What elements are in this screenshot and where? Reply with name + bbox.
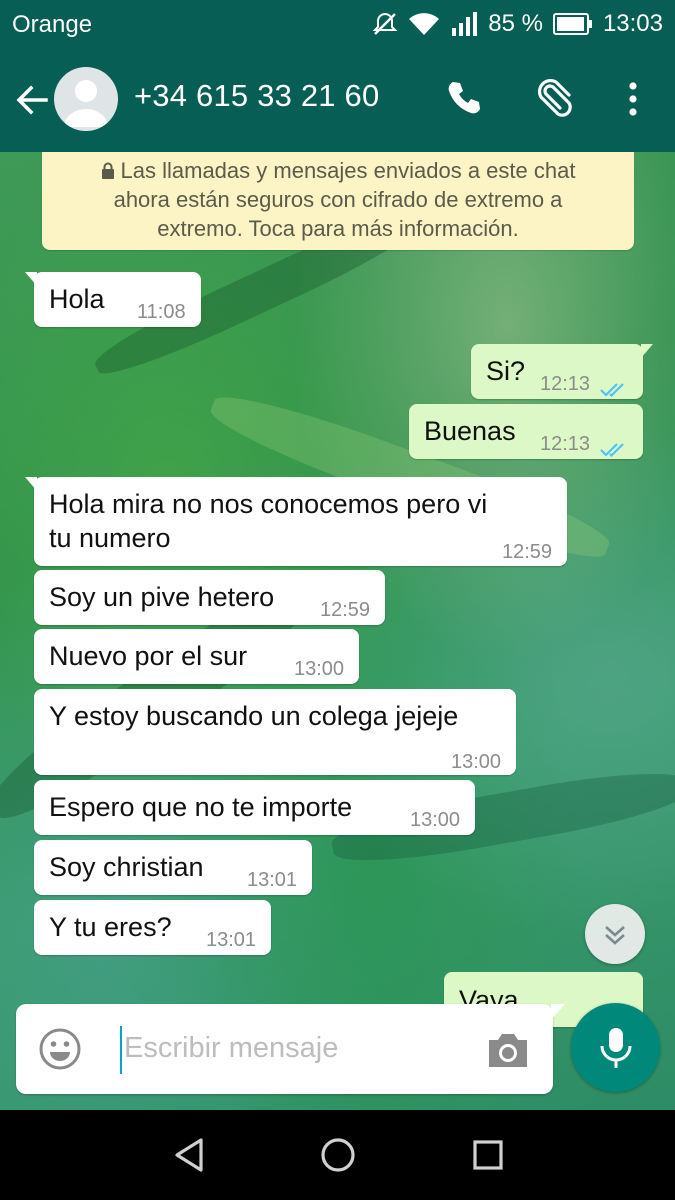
notice-line-1: Las llamadas y mensajes enviados a este … bbox=[42, 156, 634, 185]
bubble-tail bbox=[641, 344, 653, 358]
avatar-icon bbox=[64, 80, 108, 127]
chat-area[interactable]: Las llamadas y mensajes enviados a este … bbox=[0, 152, 675, 1110]
signal-icon bbox=[450, 11, 478, 37]
mute-icon bbox=[372, 11, 398, 37]
composer-tail bbox=[551, 1004, 565, 1020]
contact-name[interactable]: +34 615 33 21 60 bbox=[134, 78, 379, 114]
message-text: Soy christian bbox=[49, 852, 204, 882]
bubble-tail bbox=[25, 477, 37, 491]
chevron-double-down-icon bbox=[605, 926, 625, 945]
lock-icon bbox=[101, 157, 115, 179]
back-arrow-icon[interactable] bbox=[12, 80, 52, 120]
message-text: Y estoy buscando un colega jejeje bbox=[49, 701, 459, 731]
message-bubble-outgoing[interactable]: Buenas 12:13 bbox=[409, 404, 643, 459]
message-input[interactable]: Escribir mensaje bbox=[124, 1032, 338, 1065]
more-vert-icon[interactable] bbox=[618, 78, 648, 122]
text-caret bbox=[120, 1026, 122, 1074]
message-text: Hola bbox=[49, 284, 105, 314]
bubble-tail bbox=[25, 272, 37, 286]
battery-level: 85 % bbox=[488, 10, 543, 37]
message-bubble-incoming[interactable]: Nuevo por el sur 13:00 bbox=[34, 629, 359, 684]
mic-icon bbox=[600, 1028, 632, 1068]
message-time: 12:13 bbox=[540, 433, 591, 455]
message-bubble-incoming[interactable]: Y tu eres? 13:01 bbox=[34, 900, 271, 955]
wifi-icon bbox=[408, 11, 440, 37]
message-text-line: Hola mira no nos conocemos pero vi bbox=[49, 489, 488, 519]
status-bar: Orange 85 % 13:03 bbox=[0, 0, 675, 48]
message-time: 12:59 bbox=[320, 599, 371, 621]
notice-line-2: ahora están seguros con cifrado de extre… bbox=[113, 187, 563, 212]
message-time: 11:08 bbox=[137, 301, 186, 323]
message-bubble-incoming[interactable]: Espero que no te importe 13:00 bbox=[34, 780, 475, 835]
chat-header: +34 615 33 21 60 bbox=[0, 48, 675, 152]
mic-button[interactable] bbox=[571, 1003, 660, 1092]
message-text: Nuevo por el sur bbox=[49, 641, 248, 671]
message-time: 12:59 bbox=[502, 541, 553, 563]
message-time: 13:00 bbox=[294, 658, 345, 680]
message-time: 13:00 bbox=[451, 751, 502, 773]
message-bubble-incoming[interactable]: Soy christian 13:01 bbox=[34, 840, 312, 895]
battery-icon bbox=[552, 13, 593, 35]
message-bubble-outgoing[interactable]: Si? 12:13 bbox=[471, 344, 653, 399]
scroll-to-bottom-button[interactable] bbox=[585, 904, 645, 964]
message-time: 13:01 bbox=[247, 869, 298, 891]
phone-icon[interactable] bbox=[444, 78, 488, 122]
message-composer[interactable]: Escribir mensaje bbox=[16, 1004, 565, 1094]
carrier-name: Orange bbox=[12, 11, 93, 38]
status-icons: 85 % 13:03 bbox=[372, 10, 663, 38]
message-bubble-incoming[interactable]: Soy un pive hetero 12:59 bbox=[34, 570, 385, 625]
bubble-tail bbox=[641, 972, 643, 986]
message-text-line: tu numero bbox=[49, 523, 171, 553]
back-triangle-icon[interactable] bbox=[168, 1134, 210, 1176]
message-time: 13:00 bbox=[410, 809, 461, 831]
message-text: Espero que no te importe bbox=[49, 792, 353, 822]
message-text: Buenas bbox=[424, 416, 516, 446]
attach-icon[interactable] bbox=[532, 78, 576, 122]
encryption-notice[interactable]: Las llamadas y mensajes enviados a este … bbox=[42, 152, 634, 250]
message-bubble-incoming[interactable]: Y estoy buscando un colega jejeje 13:00 bbox=[34, 689, 516, 775]
recents-square-icon[interactable] bbox=[467, 1134, 509, 1176]
message-time: 12:13 bbox=[540, 373, 591, 395]
system-nav-bar bbox=[0, 1110, 675, 1200]
message-text: Soy un pive hetero bbox=[49, 582, 275, 612]
clock: 13:03 bbox=[602, 10, 663, 37]
notice-line-3: extremo. Toca para más información. bbox=[157, 216, 519, 241]
read-ticks-icon bbox=[600, 431, 628, 458]
message-text: Si? bbox=[486, 356, 526, 386]
emoji-icon[interactable] bbox=[38, 1027, 82, 1071]
avatar[interactable] bbox=[54, 67, 118, 131]
message-time: 13:01 bbox=[206, 929, 257, 951]
camera-icon[interactable] bbox=[486, 1031, 530, 1069]
read-ticks-icon bbox=[600, 371, 628, 398]
message-bubble-incoming[interactable]: Hola mira no nos conocemos pero vi tu nu… bbox=[25, 477, 567, 566]
message-bubble-incoming[interactable]: Hola 11:08 bbox=[25, 272, 201, 327]
home-circle-icon[interactable] bbox=[317, 1134, 359, 1176]
message-text: Y tu eres? bbox=[49, 912, 172, 942]
